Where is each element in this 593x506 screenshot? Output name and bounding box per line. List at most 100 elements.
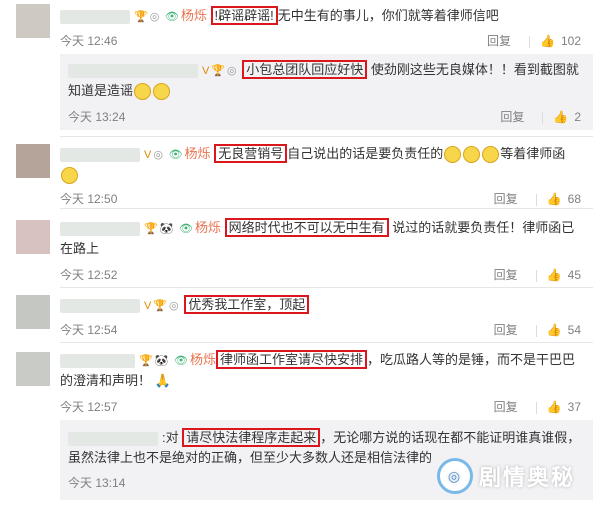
mention-user[interactable]: 杨烁: [190, 352, 216, 367]
comment-text: V 🏆 ◎ 优秀我工作室，顶起: [60, 295, 583, 316]
avatar[interactable]: [16, 4, 50, 38]
username-blurred[interactable]: [68, 63, 198, 78]
member-icon: ◎: [153, 148, 163, 161]
timestamp: 今天 12:52: [60, 268, 118, 282]
panda-icon: 🐼: [154, 354, 169, 367]
username-blurred[interactable]: [60, 221, 140, 236]
vip-badge-icon: 🏆: [139, 354, 153, 367]
divider: [60, 287, 593, 288]
member-icon: ◎: [149, 10, 160, 23]
username-blurred[interactable]: [68, 431, 158, 446]
like-count: 45: [567, 268, 581, 282]
divider: [60, 208, 593, 209]
timestamp: 今天 12:46: [60, 34, 118, 48]
member-icon: ◎: [169, 299, 179, 312]
thumbs-up-icon[interactable]: 👍: [547, 192, 562, 206]
thumbs-up-icon[interactable]: 👍: [547, 323, 562, 337]
username-blurred[interactable]: [60, 298, 140, 313]
verified-v-icon: V: [144, 299, 152, 312]
reply-prefix: :对: [162, 430, 179, 445]
divider: [60, 136, 593, 137]
reply-button[interactable]: 回复: [494, 266, 518, 283]
reply-button[interactable]: 回复: [494, 321, 518, 338]
verified-v-icon: V: [202, 64, 210, 77]
timestamp: 今天 13:14: [68, 476, 126, 490]
like-count: 54: [567, 323, 581, 337]
highlight-box: !辟谣辟谣!: [210, 6, 278, 25]
like-count: 68: [567, 192, 581, 206]
reply-box-1: V 🏆 ◎ 小包总团队回应好快 使劲刚这些无良媒体！！看到截图就知道是造谣 今天 1…: [60, 54, 593, 130]
username-blurred[interactable]: [60, 147, 140, 162]
reply-button[interactable]: 回复: [494, 190, 518, 207]
member-icon: ◎: [227, 64, 237, 77]
highlight-box: 小包总团队回应好快: [242, 60, 368, 79]
timestamp: 今天 12:54: [60, 323, 118, 337]
comment-text: 🏆 ◎ 👁 杨烁 !辟谣辟谣! 无中生有的事儿，你们就等着律师信吧: [60, 6, 583, 27]
avatar[interactable]: [16, 295, 50, 329]
vip-badge-icon: 🏆: [153, 299, 168, 312]
avatar[interactable]: [16, 352, 50, 386]
avatar[interactable]: [16, 220, 50, 254]
timestamp: 今天 12:57: [60, 400, 118, 414]
watermark-logo-icon: ◎: [436, 458, 473, 494]
mention-user[interactable]: 杨烁: [181, 8, 207, 23]
smile-emoji-icon: [482, 146, 500, 164]
user-icon: 👁: [174, 355, 188, 367]
comment-text: 🏆 🐼 👁 杨烁 律师函工作室请尽快安排 ，吃瓜路人等的是锤，而不是干巴巴的澄清和声明！…: [60, 350, 583, 391]
watermark-text: 剧情奥秘: [478, 465, 575, 490]
comment-body-end: 等着律师函: [500, 146, 566, 161]
comment-actions: 回复 👍 102: [487, 32, 581, 49]
mention-user[interactable]: 杨烁: [185, 146, 211, 161]
comment-actions: 回复 👍 68: [494, 190, 581, 207]
username-blurred[interactable]: [60, 353, 135, 368]
divider: [529, 35, 531, 48]
comment-actions: 回复 👍 37: [494, 398, 581, 415]
smile-emoji-icon: [463, 146, 481, 164]
reply-actions: 回复 👍 2: [500, 108, 581, 125]
thumbs-up-icon[interactable]: 👍: [547, 400, 562, 414]
user-icon: 👁: [164, 11, 179, 23]
highlight-box: 律师函工作室请尽快安排: [216, 350, 368, 369]
comment-actions: 回复 👍 45: [494, 266, 581, 283]
mention-user[interactable]: 杨烁: [195, 220, 221, 235]
reply-button[interactable]: 回复: [487, 32, 511, 49]
panda-icon: 🐼: [159, 222, 174, 235]
divider: [535, 269, 537, 282]
comment-actions: 回复 👍 54: [494, 321, 581, 338]
timestamp: 今天 13:24: [68, 110, 126, 124]
smile-emoji-icon: [134, 82, 152, 100]
vip-badge-icon: 🏆: [211, 64, 226, 77]
highlight-box: 网络时代也不可以无中生有: [224, 218, 389, 237]
pray-emoji-icon: 🙏: [154, 373, 171, 388]
reply-button[interactable]: 回复: [494, 398, 518, 415]
thumbs-up-icon[interactable]: 👍: [547, 268, 562, 282]
avatar[interactable]: [16, 144, 50, 178]
username-blurred[interactable]: [60, 9, 130, 24]
thumbs-up-icon[interactable]: 👍: [540, 34, 555, 48]
like-count: 2: [574, 110, 581, 124]
vip-badge-icon: 🏆: [134, 10, 148, 23]
smile-emoji-icon: [444, 146, 462, 164]
smile-emoji-icon: [61, 167, 78, 185]
vip-badge-icon: 🏆: [144, 222, 158, 235]
watermark: ◎ 剧情奥秘: [436, 458, 575, 494]
verified-v-icon: V: [144, 148, 152, 161]
user-icon: 👁: [179, 223, 193, 235]
thumbs-up-icon[interactable]: 👍: [553, 110, 568, 124]
reply-text: V 🏆 ◎ 小包总团队回应好快 使劲刚这些无良媒体！！看到截图就知道是造谣: [68, 60, 583, 101]
highlight-box: 请尽快法律程序走起来: [182, 428, 321, 447]
smile-emoji-icon: [153, 82, 171, 100]
timestamp: 今天 12:50: [60, 192, 118, 206]
divider: [542, 111, 544, 124]
comment-body: 自己说出的话是要负责任的: [287, 146, 444, 161]
comment-body: 无中生有的事儿，你们就等着律师信吧: [277, 8, 499, 23]
divider: [60, 342, 593, 343]
reply-button[interactable]: 回复: [500, 108, 524, 125]
like-count: 37: [567, 400, 581, 414]
highlight-box: 无良营销号: [214, 144, 288, 163]
divider: [535, 401, 537, 414]
divider: [535, 324, 537, 337]
like-count: 102: [560, 34, 581, 48]
user-icon: 👁: [168, 149, 183, 161]
highlight-box: 优秀我工作室，顶起: [184, 295, 310, 314]
